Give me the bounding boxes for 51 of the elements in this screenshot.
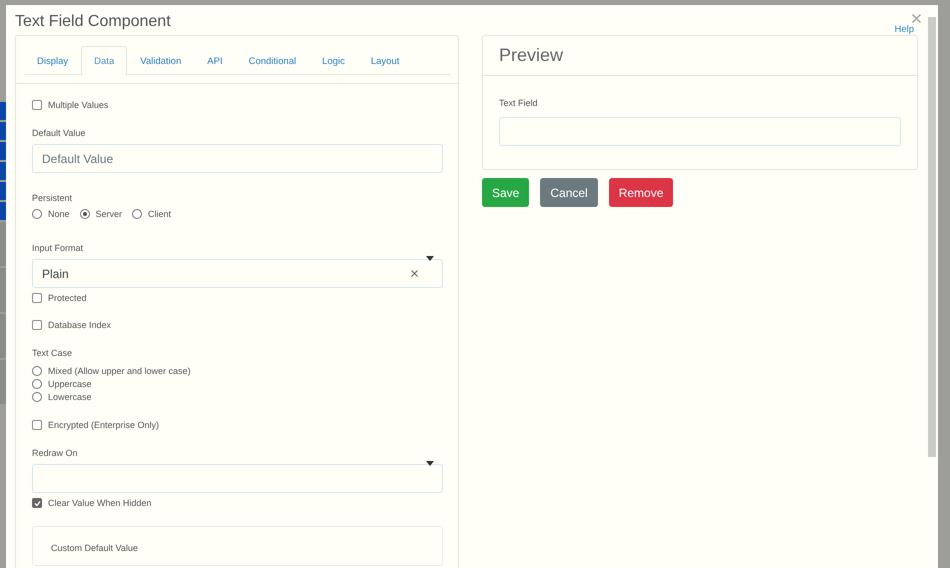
text-input[interactable]: Default Value bbox=[32, 144, 443, 173]
tab[interactable]: Conditional bbox=[236, 46, 310, 75]
radio-button[interactable] bbox=[32, 392, 42, 402]
help-link[interactable]: Help bbox=[894, 24, 914, 35]
text-input[interactable] bbox=[499, 117, 901, 146]
caret-icon bbox=[426, 256, 434, 261]
cancel-button[interactable]: Cancel bbox=[540, 178, 598, 207]
tab[interactable]: Validation bbox=[127, 46, 194, 75]
remove-button[interactable]: Remove bbox=[608, 178, 674, 207]
scrollbar[interactable] bbox=[928, 17, 936, 457]
dialog-title: Text Field Component bbox=[15, 13, 171, 31]
field-label: Input Format bbox=[32, 243, 84, 253]
field-label: Default Value bbox=[32, 128, 86, 138]
tab[interactable]: Display bbox=[24, 46, 82, 75]
tab[interactable]: Logic bbox=[309, 46, 358, 75]
collapsible-panel[interactable]: Custom Default Value bbox=[32, 526, 443, 566]
field-label: Redraw On bbox=[32, 448, 79, 458]
checkbox-label: Clear Value When Hidden bbox=[48, 498, 152, 508]
select-field[interactable] bbox=[32, 464, 443, 493]
clear-icon[interactable] bbox=[411, 270, 418, 277]
field-label: Text Field bbox=[499, 98, 539, 108]
checkbox-label: Multiple Values bbox=[48, 100, 108, 110]
tab[interactable]: Layout bbox=[358, 46, 412, 75]
caret-icon bbox=[426, 461, 434, 466]
checkbox-label: Protected bbox=[48, 293, 87, 303]
checkbox[interactable] bbox=[32, 100, 42, 110]
checkbox[interactable] bbox=[32, 320, 42, 330]
field-label: Persistent bbox=[32, 193, 74, 203]
radio-button[interactable] bbox=[132, 209, 142, 219]
select-field[interactable]: Plain bbox=[32, 259, 443, 288]
radio-button[interactable] bbox=[32, 366, 42, 376]
checkbox-label: Encrypted (Enterprise Only) bbox=[48, 420, 160, 430]
radio-button[interactable] bbox=[32, 379, 42, 389]
tab[interactable]: API bbox=[194, 46, 236, 75]
checkbox[interactable] bbox=[32, 293, 42, 303]
field-label: Text Case bbox=[32, 348, 74, 358]
radio-button[interactable] bbox=[80, 209, 90, 219]
radio-label: Mixed (Allow upper and lower case) bbox=[48, 366, 191, 376]
radio-label: Server bbox=[96, 209, 122, 219]
checkbox[interactable] bbox=[32, 420, 42, 430]
radio-label: Uppercase bbox=[48, 379, 92, 389]
radio-button[interactable] bbox=[32, 209, 42, 219]
save-button[interactable]: Save bbox=[482, 178, 530, 207]
checkbox[interactable] bbox=[32, 498, 42, 508]
checkbox-label: Database Index bbox=[48, 320, 112, 330]
radio-label: Client bbox=[148, 209, 172, 219]
radio-label: Lowercase bbox=[48, 392, 92, 402]
preview-title: Preview bbox=[499, 45, 564, 66]
radio-label: None bbox=[48, 209, 70, 219]
close-icon[interactable] bbox=[912, 14, 921, 23]
tab[interactable]: Data bbox=[81, 46, 128, 75]
